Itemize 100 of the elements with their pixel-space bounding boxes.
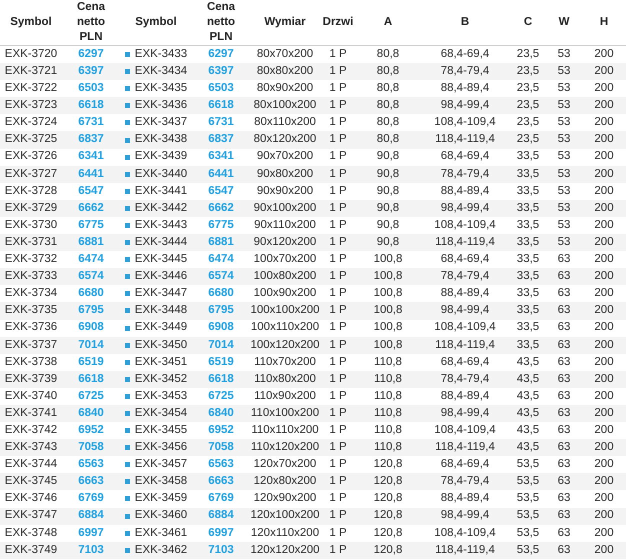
table-cell-text: 6663 <box>78 474 104 490</box>
table-cell-text: 63 <box>558 388 570 404</box>
table-cell-text: 120,8 <box>374 457 402 472</box>
table-cell-text: 200 <box>594 269 614 284</box>
table-cell-text: 110,8 <box>374 388 402 404</box>
table-cell-text: EXK-3454 <box>134 406 188 421</box>
table-cell-text: 6769 <box>208 491 234 506</box>
square-bullet-icon <box>124 120 130 126</box>
table-cell-text: EXK-3729 <box>4 200 58 216</box>
table-cell-text: 33,5 <box>516 218 540 233</box>
table-cell-text: EXK-3452 <box>134 372 188 387</box>
table-cell-text: 90,8 <box>376 166 400 182</box>
table-cell-text: 110x100x200 <box>250 406 320 421</box>
square-bullet-icon <box>124 548 130 553</box>
square-bullet-icon <box>124 462 130 468</box>
table-cell-text: 53,5 <box>516 457 540 472</box>
table-cell-text: 80x80x200 <box>256 64 314 80</box>
table-cell-text: EXK-3736 <box>4 320 58 336</box>
table-cell-text: EXK-3434 <box>134 64 188 80</box>
table-cell-text: 100,8 <box>374 252 402 268</box>
table-cell-text: 120x70x200 <box>254 457 316 472</box>
table-cell-text: 63 <box>558 269 570 284</box>
square-bullet-icon <box>124 138 130 143</box>
table-cell-text: 43,5 <box>516 422 540 438</box>
table-cell-text: 1 P <box>329 526 347 541</box>
table-cell-text: 88,4-89,4 <box>440 81 490 96</box>
table-cell-text: 7014 <box>208 338 234 353</box>
square-bullet-icon <box>124 308 130 314</box>
table-cell-text: EXK-3437 <box>134 115 188 130</box>
table-cell-text: 110x80x200 <box>254 372 316 387</box>
table-cell-text: 43,5 <box>516 406 540 421</box>
table-cell-text: 108,4-109,4 <box>434 320 496 336</box>
table-cell-text: 63 <box>558 508 570 524</box>
table-cell-text: 98,4-99,4 <box>440 303 490 318</box>
square-bullet-icon <box>124 291 130 296</box>
table-cell-text: 53,5 <box>516 542 540 558</box>
table-cell-text: 6952 <box>78 422 104 438</box>
table-cell-text: 100x90x200 <box>254 286 316 302</box>
table-cell-text: 98,4-99,4 <box>440 98 490 114</box>
table-cell-text: 6663 <box>208 474 234 490</box>
table-cell-text: 90x90x200 <box>256 184 314 199</box>
table-cell-text: 53 <box>558 46 570 62</box>
table-cell-text: 1 P <box>329 354 347 370</box>
table-cell-text: 6908 <box>208 320 234 336</box>
table-cell-text: 43,5 <box>516 440 540 456</box>
table-cell-text: 120,8 <box>374 491 402 506</box>
table-cell-text: 80x120x200 <box>254 132 316 148</box>
table-cell-text: 200 <box>594 406 614 421</box>
table-cell-text: 200 <box>594 338 614 353</box>
table-cell-text: 6618 <box>78 98 104 114</box>
table-cell-text: 6725 <box>208 388 234 404</box>
table-cell-text: 63 <box>558 406 570 421</box>
table-cell-text: 80x110x200 <box>254 115 316 130</box>
table-cell-text: 6297 <box>208 46 234 62</box>
table-cell-text: 90x110x200 <box>254 218 316 233</box>
table-cell-text: 80,8 <box>376 132 400 148</box>
table-cell-text: 63 <box>558 440 570 456</box>
table-cell-text: 80,8 <box>376 98 400 114</box>
table-cell-text: 1 P <box>329 286 347 302</box>
table-cell-text: 110x70x200 <box>254 354 316 370</box>
table-cell-text: 200 <box>594 303 614 318</box>
table-cell-text: 90,8 <box>376 234 400 250</box>
table-cell-text: 200 <box>594 388 614 404</box>
table-cell-text: 68,4-69,4 <box>440 149 490 164</box>
table-cell-text: 6563 <box>208 457 234 472</box>
table-cell-text: 43,5 <box>516 372 540 387</box>
square-bullet-icon <box>124 530 130 536</box>
table-cell-text: 53,5 <box>516 526 540 541</box>
table-cell-text: 6662 <box>208 200 234 216</box>
table-cell-text: 1 P <box>329 440 347 456</box>
table-cell-text: 6662 <box>78 200 104 216</box>
table-cell-text: 200 <box>594 542 614 558</box>
column-header: W <box>558 15 570 30</box>
table-cell-text: EXK-3450 <box>134 338 188 353</box>
table-cell-text: 6795 <box>78 303 104 318</box>
table-cell-text: 110x90x200 <box>254 388 316 404</box>
table-cell-text: 88,4-89,4 <box>440 388 490 404</box>
table-cell-text: EXK-3748 <box>4 526 58 541</box>
table-cell-text: EXK-3730 <box>4 218 58 233</box>
table-cell-text: EXK-3443 <box>134 218 188 233</box>
table-cell-text: EXK-3735 <box>4 303 58 318</box>
table-cell-text: EXK-3721 <box>4 64 58 80</box>
table-cell-text: 68,4-69,4 <box>440 252 490 268</box>
table-cell-text: EXK-3744 <box>4 457 58 472</box>
table-cell-text: EXK-3458 <box>134 474 188 490</box>
table-cell-text: EXK-3728 <box>4 184 58 199</box>
square-bullet-icon <box>124 188 130 194</box>
table-cell-text: 6731 <box>208 115 234 130</box>
table-cell-text: 200 <box>594 474 614 490</box>
square-bullet-icon <box>124 394 130 399</box>
table-cell-text: EXK-3438 <box>134 132 188 148</box>
table-cell-text: 118,4-119,4 <box>435 542 495 558</box>
table-cell-text: 200 <box>594 252 614 268</box>
table-cell-text: 63 <box>558 474 570 490</box>
table-cell-text: 200 <box>594 149 614 164</box>
table-cell-text: 6769 <box>78 491 104 506</box>
table-cell-text: 6725 <box>78 388 104 404</box>
table-cell-text: 1 P <box>329 115 347 130</box>
table-cell-text: 78,4-79,4 <box>440 269 490 284</box>
table-cell-text: 200 <box>594 218 614 233</box>
